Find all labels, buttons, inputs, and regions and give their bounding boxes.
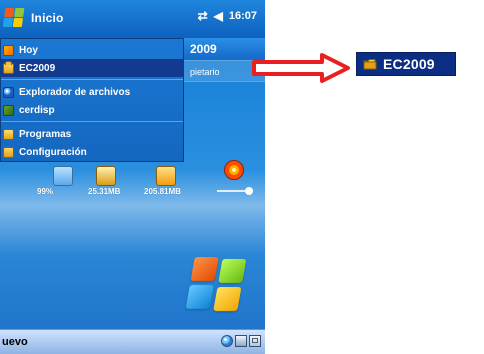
memory-icon bbox=[96, 166, 116, 186]
today-icon bbox=[3, 44, 14, 56]
clock-text[interactable]: 16:07 bbox=[229, 10, 257, 22]
menu-item-explorador-archivos[interactable]: Explorador de archivos bbox=[1, 83, 183, 101]
battery-icon bbox=[53, 166, 73, 186]
settings-icon bbox=[3, 146, 14, 158]
windows-flag-icon bbox=[2, 8, 26, 28]
folder-icon bbox=[3, 60, 14, 74]
callout-arrow bbox=[252, 53, 350, 83]
folder-icon bbox=[363, 59, 377, 70]
system-tray bbox=[221, 335, 261, 347]
menu-separator bbox=[1, 79, 183, 80]
menu-item-ec2009[interactable]: EC2009 bbox=[1, 59, 183, 77]
network-icon[interactable] bbox=[235, 335, 247, 347]
flag-segment-green bbox=[14, 8, 25, 17]
storage-card-icon bbox=[156, 166, 176, 186]
cerdisp-icon bbox=[3, 104, 14, 116]
menu-item-label: Programas bbox=[19, 128, 72, 140]
top-taskbar: Inicio ⇄ ◀ 16:07 bbox=[0, 0, 265, 39]
windows-logo-blue-pane bbox=[185, 285, 214, 309]
callout-folder-label: EC2009 bbox=[356, 52, 456, 76]
alert-icon bbox=[224, 160, 244, 180]
menu-item-hoy[interactable]: Hoy bbox=[1, 41, 183, 59]
status-area: ⇄ ◀ 16:07 bbox=[198, 10, 257, 22]
programs-icon bbox=[3, 128, 14, 140]
left-softkey[interactable]: uevo bbox=[2, 336, 28, 348]
callout-text: EC2009 bbox=[383, 56, 435, 72]
menu-item-cerdisp[interactable]: cerdisp bbox=[1, 101, 183, 119]
start-title: Inicio bbox=[31, 11, 64, 25]
explorer-icon bbox=[3, 86, 14, 98]
flag-segment-red bbox=[4, 8, 15, 17]
globe-icon[interactable] bbox=[221, 335, 233, 347]
menu-item-label: Explorador de archivos bbox=[19, 86, 131, 98]
windows-logo-green-pane bbox=[218, 259, 247, 283]
battery-level-text: 99% bbox=[37, 187, 54, 196]
storage-card-text: 205.81MB bbox=[144, 187, 181, 196]
start-button[interactable]: Inicio bbox=[2, 8, 64, 28]
menu-separator bbox=[1, 121, 183, 122]
screen-stage: Inicio ⇄ ◀ 16:07 2009 pietario Hoy EC200… bbox=[0, 0, 484, 354]
flag-segment-yellow bbox=[12, 18, 23, 27]
windows-logo-yellow-pane bbox=[213, 287, 242, 311]
windows-logo-icon bbox=[185, 257, 249, 311]
brightness-slider[interactable] bbox=[217, 187, 253, 195]
memory-text: 25.31MB bbox=[88, 187, 121, 196]
windows-logo-red-pane bbox=[190, 257, 219, 281]
menu-item-configuracion[interactable]: Configuración bbox=[1, 143, 183, 161]
bottom-command-bar: uevo bbox=[0, 329, 265, 354]
menu-item-label: EC2009 bbox=[19, 62, 56, 74]
start-menu: Hoy EC2009 Explorador de archivos cerdis… bbox=[0, 38, 184, 162]
keyboard-icon[interactable] bbox=[249, 335, 261, 347]
windows-mobile-screen: Inicio ⇄ ◀ 16:07 2009 pietario Hoy EC200… bbox=[0, 0, 265, 354]
menu-item-programas[interactable]: Programas bbox=[1, 125, 183, 143]
volume-icon[interactable]: ◀ bbox=[214, 10, 223, 22]
menu-item-label: Hoy bbox=[19, 44, 38, 56]
flag-segment-blue bbox=[2, 18, 14, 27]
menu-item-label: Configuración bbox=[19, 146, 87, 158]
menu-item-label: cerdisp bbox=[19, 104, 55, 116]
connectivity-icon[interactable]: ⇄ bbox=[198, 10, 208, 22]
today-status-strip: 99% 25.31MB 205.81MB bbox=[0, 160, 265, 210]
